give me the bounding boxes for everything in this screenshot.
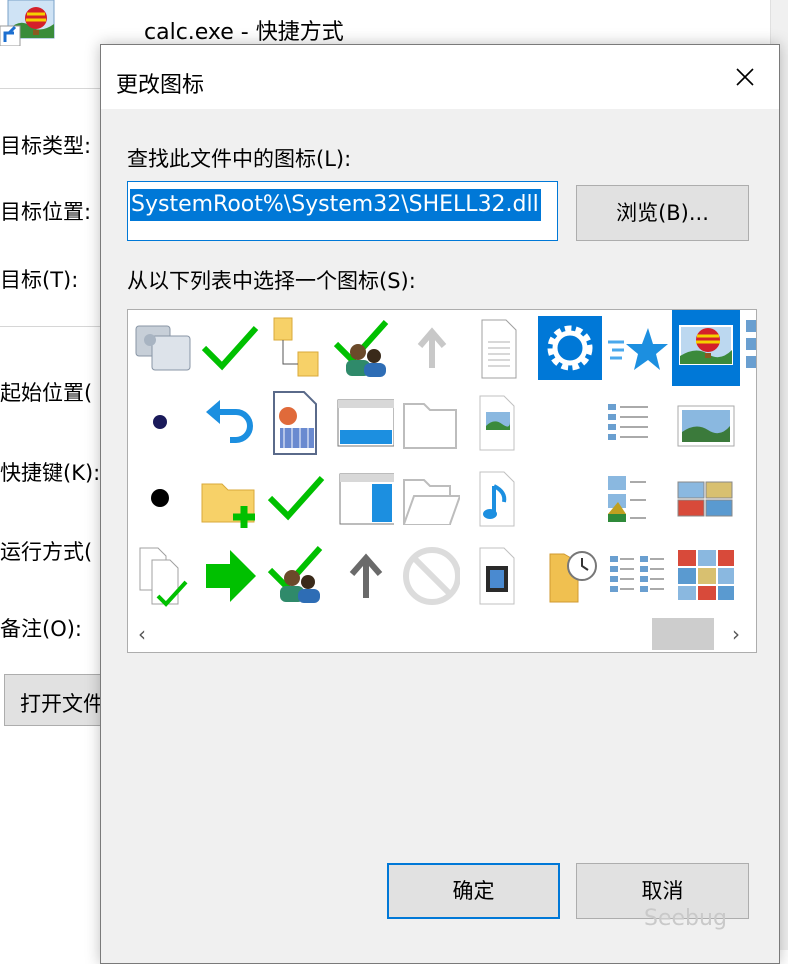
disabled-icon[interactable] [394, 538, 460, 610]
folder-tree-icon[interactable] [262, 312, 328, 384]
picture-file-icon[interactable] [460, 386, 526, 458]
dot-icon[interactable] [130, 462, 196, 534]
close-button[interactable] [719, 55, 771, 99]
copy-check-icon[interactable] [130, 538, 196, 610]
landscape-icon[interactable] [670, 386, 736, 458]
dialog-title: 更改图标 [116, 73, 205, 98]
remote-desktop-icon[interactable] [130, 312, 196, 384]
document-icon[interactable] [460, 312, 526, 384]
picture-icon-partial[interactable] [742, 312, 756, 384]
watermark: Seebug [644, 906, 727, 931]
photo-grid-icon[interactable] [670, 538, 736, 610]
details-list-icon[interactable] [592, 386, 658, 458]
dot-icon[interactable] [130, 386, 196, 458]
folder-add-icon[interactable] [196, 462, 262, 534]
music-file-icon[interactable] [460, 462, 526, 534]
window-icon[interactable] [328, 386, 394, 458]
divider [0, 88, 110, 89]
icon-file-path-input[interactable]: SystemRoot%\System32\SHELL32.dll [127, 181, 558, 241]
folder-open-icon[interactable] [394, 462, 460, 534]
picture-list-icon[interactable] [592, 462, 658, 534]
scroll-left-icon[interactable]: ‹ [138, 622, 146, 646]
picture-details-icon[interactable] [604, 538, 670, 610]
media-file-icon[interactable] [262, 386, 328, 458]
select-icon-label: 从以下列表中选择一个图标(S): [127, 269, 416, 293]
gear-icon[interactable] [538, 316, 602, 380]
dialog-titlebar: 更改图标 [101, 45, 779, 109]
users-check-icon[interactable] [328, 312, 394, 384]
users-check-icon[interactable] [262, 538, 328, 610]
window-split-icon[interactable] [328, 462, 394, 534]
lookup-label: 查找此文件中的图标(L): [127, 147, 352, 171]
comment-label: 备注(O): [0, 617, 82, 641]
up-arrow-icon[interactable] [328, 538, 394, 610]
check-icon[interactable] [196, 312, 262, 384]
photo-grid-icon[interactable] [670, 462, 736, 534]
calc-shortcut-icon [0, 0, 56, 47]
horizontal-scrollbar[interactable]: ‹ › [128, 616, 756, 652]
icon-list[interactable]: ‹ › [127, 309, 757, 653]
balloon-image-icon[interactable] [672, 310, 740, 386]
shortcut-key-label: 快捷键(K): [0, 461, 101, 485]
forward-arrow-icon[interactable] [196, 538, 262, 610]
close-icon [736, 68, 754, 86]
video-file-icon[interactable] [460, 538, 526, 610]
scroll-thumb[interactable] [652, 618, 714, 650]
ok-button[interactable]: 确定 [387, 863, 560, 919]
up-arrow-icon[interactable] [394, 312, 460, 384]
divider [0, 326, 110, 327]
folder-outline-icon[interactable] [394, 386, 460, 458]
star-icon[interactable] [604, 312, 670, 384]
undo-icon[interactable] [196, 386, 262, 458]
change-icon-dialog: 更改图标 查找此文件中的图标(L): SystemRoot%\System32\… [100, 44, 780, 964]
folder-clock-icon[interactable] [538, 538, 604, 610]
start-in-label: 起始位置( [0, 381, 93, 405]
path-value: SystemRoot%\System32\SHELL32.dll [130, 189, 541, 221]
target-type-label: 目标类型: [0, 134, 92, 158]
browse-button[interactable]: 浏览(B)... [576, 185, 749, 241]
target-label: 目标(T): [0, 268, 79, 292]
scroll-right-icon[interactable]: › [732, 622, 740, 646]
shortcut-title: calc.exe - 快捷方式 [144, 20, 344, 45]
target-location-label: 目标位置: [0, 200, 92, 224]
check-icon[interactable] [262, 462, 328, 534]
run-label: 运行方式( [0, 540, 93, 564]
